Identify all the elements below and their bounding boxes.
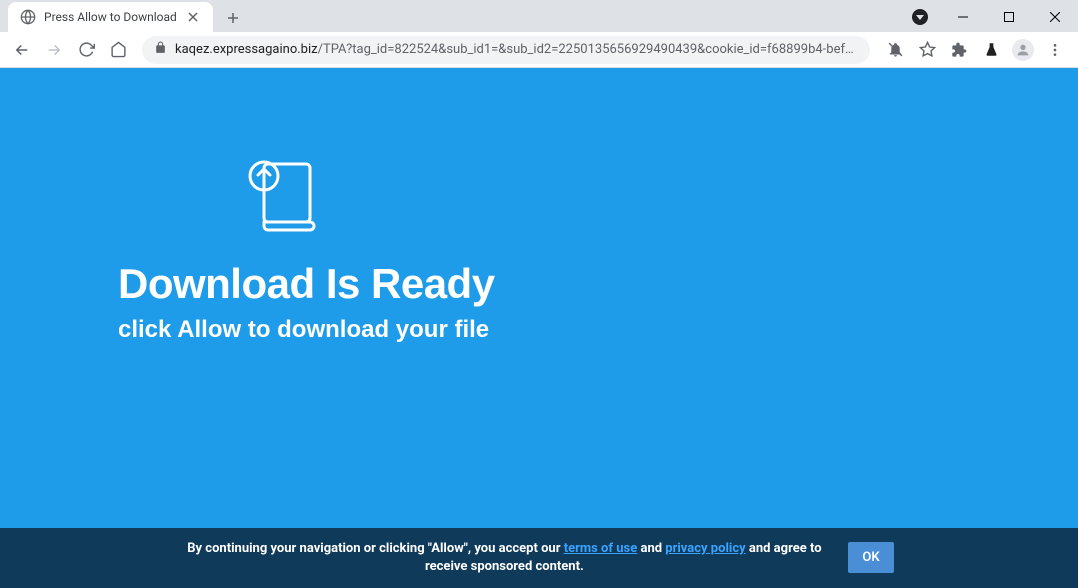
menu-button[interactable]: [1040, 36, 1070, 64]
back-button[interactable]: [8, 36, 36, 64]
consent-text: By continuing your navigation or clickin…: [184, 540, 824, 576]
page-content: Download Is Ready click Allow to downloa…: [0, 68, 1078, 588]
consent-and1: and: [637, 541, 665, 556]
privacy-link[interactable]: privacy policy: [665, 541, 745, 556]
tab-title: Press Allow to Download: [44, 10, 177, 24]
lock-icon: [154, 41, 167, 58]
toolbar-actions: [880, 36, 1070, 64]
tab-strip: Press Allow to Download: [0, 0, 247, 32]
consent-bar: By continuing your navigation or clickin…: [0, 528, 1078, 588]
reload-button[interactable]: [72, 36, 100, 64]
close-tab-icon[interactable]: [185, 9, 201, 25]
url-host: kaqez.expressagaino.biz: [175, 42, 318, 57]
ok-button[interactable]: OK: [848, 542, 893, 573]
consent-prefix: By continuing your navigation or clickin…: [187, 541, 563, 556]
bookmark-star-icon[interactable]: [912, 36, 942, 64]
close-window-button[interactable]: [1032, 2, 1078, 32]
forward-button[interactable]: [40, 36, 68, 64]
download-book-icon: [248, 158, 1078, 240]
minimize-button[interactable]: [940, 2, 986, 32]
hero-section: Download Is Ready click Allow to downloa…: [0, 68, 1078, 344]
maximize-button[interactable]: [986, 2, 1032, 32]
new-tab-button[interactable]: [219, 4, 247, 32]
window-controls: [940, 2, 1078, 32]
extension-flask-icon[interactable]: [976, 36, 1006, 64]
profile-indicator-icon[interactable]: [912, 9, 928, 25]
globe-icon: [20, 9, 36, 25]
hero-title: Download Is Ready: [118, 260, 1078, 308]
browser-tab[interactable]: Press Allow to Download: [8, 2, 213, 32]
terms-link[interactable]: terms of use: [564, 541, 638, 556]
home-button[interactable]: [104, 36, 132, 64]
extensions-icon[interactable]: [944, 36, 974, 64]
address-bar[interactable]: kaqez.expressagaino.biz/TPA?tag_id=82252…: [142, 36, 870, 64]
titlebar: Press Allow to Download: [0, 0, 1078, 32]
url-text: kaqez.expressagaino.biz/TPA?tag_id=82252…: [175, 42, 858, 57]
hero-subtitle: click Allow to download your file: [118, 316, 1078, 344]
avatar-icon: [1012, 39, 1034, 61]
url-path: /TPA?tag_id=822524&sub_id1=&sub_id2=2250…: [318, 42, 858, 57]
notifications-muted-icon[interactable]: [880, 36, 910, 64]
browser-window: Press Allow to Download: [0, 0, 1078, 588]
profile-button[interactable]: [1008, 36, 1038, 64]
browser-toolbar: kaqez.expressagaino.biz/TPA?tag_id=82252…: [0, 32, 1078, 68]
